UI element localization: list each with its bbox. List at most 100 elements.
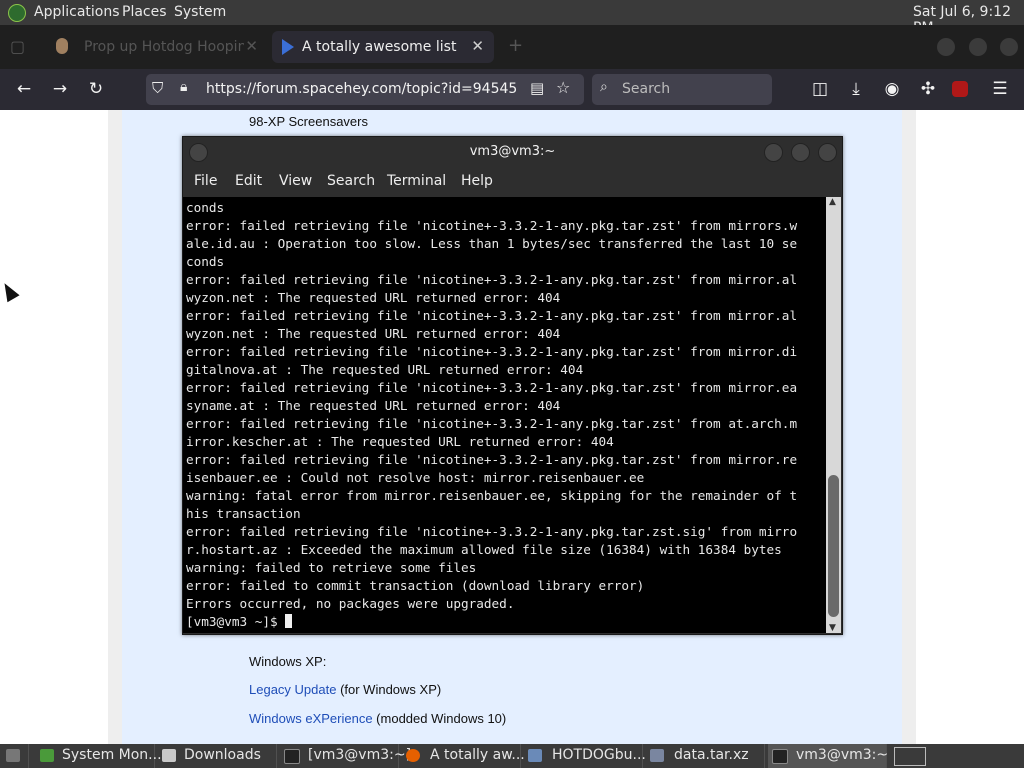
heading-windows-xp: Windows XP: [249, 654, 327, 669]
terminal-window[interactable]: vm3@vm3:~ File Edit View Search Terminal… [182, 136, 843, 635]
bookmark-star-icon[interactable]: ☆ [556, 78, 570, 97]
taskbar-item-system-monitor[interactable]: System Mon... [36, 744, 162, 768]
taskbar-item-downloads[interactable]: Downloads [158, 744, 277, 768]
applications-menu[interactable]: Applications [34, 4, 120, 20]
archive-icon [650, 749, 664, 762]
forward-icon[interactable]: → [48, 77, 72, 101]
taskbar-item-firefox[interactable]: A totally aw... [402, 744, 525, 768]
terminal-line: warning: fatal error from mirror.reisenb… [186, 488, 798, 503]
terminal-icon [772, 749, 788, 764]
taskbar-label: vm3@vm3:~ [796, 747, 889, 763]
windows-experience-line: Windows eXPerience (modded Windows 10) [249, 711, 506, 726]
terminal-minimize-button[interactable] [764, 143, 783, 162]
taskbar-label: A totally aw... [430, 747, 525, 763]
terminal-line: error: failed retrieving file 'nicotine+… [186, 308, 798, 323]
close-tab-icon[interactable]: ✕ [471, 37, 484, 55]
scroll-down-icon[interactable]: ▼ [829, 623, 836, 633]
terminal-output[interactable]: conds error: failed retrieving file 'nic… [183, 197, 826, 633]
link-windows-experience[interactable]: Windows eXPerience [249, 711, 373, 726]
taskbar-item-terminal-1[interactable]: [vm3@vm3:~] [280, 744, 411, 768]
terminal-titlebar[interactable]: vm3@vm3:~ [183, 137, 842, 167]
terminal-line: Errors occurred, no packages were upgrad… [186, 596, 515, 611]
extensions-icon[interactable]: ✣ [916, 77, 940, 101]
ublock-icon[interactable] [952, 81, 968, 97]
workspace-switcher[interactable] [894, 747, 926, 766]
terminal-scrollbar[interactable]: ▲ ▼ [826, 197, 841, 633]
terminal-line: error: failed retrieving file 'nicotine+… [186, 272, 798, 287]
taskbar-label: [vm3@vm3:~] [308, 747, 412, 763]
tab-strip: ▢ Prop up Hotdog Hoopin sh... ✕ A totall… [0, 25, 1024, 69]
terminal-line: error: failed retrieving file 'nicotine+… [186, 218, 798, 233]
distro-logo-icon[interactable] [8, 4, 26, 22]
reload-icon[interactable]: ↻ [84, 77, 108, 101]
tab-title: A totally awesome list of "... [302, 39, 460, 55]
reader-view-icon[interactable]: ▤ [530, 79, 544, 97]
terminal-line: his transaction [186, 506, 301, 521]
terminal-line: conds [186, 254, 225, 269]
tab-inactive[interactable]: Prop up Hotdog Hoopin sh... ✕ [44, 31, 268, 63]
search-box[interactable]: ⌕ Search [592, 74, 772, 105]
menu-file[interactable]: File [194, 173, 217, 189]
lock-icon[interactable]: 🔒︎ [180, 79, 187, 95]
new-tab-icon[interactable]: + [508, 35, 523, 56]
terminal-maximize-button[interactable] [791, 143, 810, 162]
windows-experience-note: (modded Windows 10) [372, 711, 507, 726]
shield-icon[interactable]: ⛉ [152, 79, 163, 97]
tab-favicon-icon [282, 39, 294, 55]
scrollbar-thumb[interactable] [828, 475, 839, 617]
scroll-up-icon[interactable]: ▲ [829, 197, 836, 207]
downloads-icon[interactable]: ⤓ [844, 77, 868, 101]
tab-title: Prop up Hotdog Hoopin sh... [84, 39, 244, 55]
legacy-update-note: (for Windows XP) [336, 682, 442, 697]
system-menu[interactable]: System [174, 4, 226, 20]
terminal-line: error: failed retrieving file 'nicotine+… [186, 344, 798, 359]
terminal-line: ale.id.au : Operation too slow. Less tha… [186, 236, 798, 251]
tab-overview-icon[interactable]: ▢ [10, 37, 25, 56]
url-text[interactable]: https://forum.spacehey.com/topic?id=9454… [206, 81, 517, 97]
places-menu[interactable]: Places [122, 4, 167, 20]
terminal-text[interactable]: conds error: failed retrieving file 'nic… [183, 197, 826, 633]
folder-icon [162, 749, 176, 762]
taskbar-label: Downloads [184, 747, 261, 763]
url-bar[interactable]: ⛉ 🔒︎ https://forum.spacehey.com/topic?id… [146, 74, 584, 105]
terminal-line: r.hostart.az : Exceeded the maximum allo… [186, 542, 782, 557]
terminal-line: warning: failed to retrieve some files [186, 560, 477, 575]
page-gutter-left [108, 110, 122, 744]
tab-active[interactable]: A totally awesome list of "... ✕ [272, 31, 494, 63]
menu-terminal[interactable]: Terminal [387, 173, 446, 189]
taskbar-item-archive[interactable]: data.tar.xz [646, 744, 765, 768]
taskbar-label: HOTDOGbu... [552, 747, 646, 763]
back-icon[interactable]: ← [12, 77, 36, 101]
firefox-icon [406, 749, 420, 762]
menu-help[interactable]: Help [461, 173, 493, 189]
menu-search[interactable]: Search [327, 173, 375, 189]
legacy-update-line: Legacy Update (for Windows XP) [249, 682, 441, 697]
terminal-line: gitalnova.at : The requested URL returne… [186, 362, 584, 377]
minimize-window-button[interactable] [937, 38, 955, 56]
link-screensavers[interactable]: 98-XP Screensavers [249, 114, 368, 129]
close-window-button[interactable] [1000, 38, 1018, 56]
maximize-window-button[interactable] [969, 38, 987, 56]
terminal-icon [284, 749, 300, 764]
menu-icon[interactable]: ☰ [988, 77, 1012, 101]
terminal-menubar: File Edit View Search Terminal Help [183, 167, 842, 197]
terminal-line: isenbauer.ee : Could not resolve host: m… [186, 470, 645, 485]
window-menu-button[interactable] [189, 143, 208, 162]
terminal-close-button[interactable] [818, 143, 837, 162]
top-panel: Applications Places System Sat Jul 6, 9:… [0, 0, 1024, 36]
close-tab-icon[interactable]: ✕ [245, 37, 258, 55]
menu-view[interactable]: View [279, 173, 312, 189]
show-desktop-button[interactable] [0, 744, 29, 768]
terminal-line: irror.kescher.at : The requested URL ret… [186, 434, 614, 449]
taskbar-item-terminal-active[interactable]: vm3@vm3:~ [768, 744, 889, 768]
terminal-title: vm3@vm3:~ [469, 144, 556, 159]
taskbar-label: System Mon... [62, 747, 162, 763]
taskbar-item-hotdog[interactable]: HOTDOGbu... [524, 744, 646, 768]
terminal-line: wyzon.net : The requested URL returned e… [186, 290, 561, 305]
link-legacy-update[interactable]: Legacy Update [249, 682, 336, 697]
menu-edit[interactable]: Edit [235, 173, 262, 189]
pocket-icon[interactable]: ◫ [808, 77, 832, 101]
account-icon[interactable]: ◉ [880, 77, 904, 101]
taskbar-label: data.tar.xz [674, 747, 749, 763]
terminal-line: wyzon.net : The requested URL returned e… [186, 326, 561, 341]
